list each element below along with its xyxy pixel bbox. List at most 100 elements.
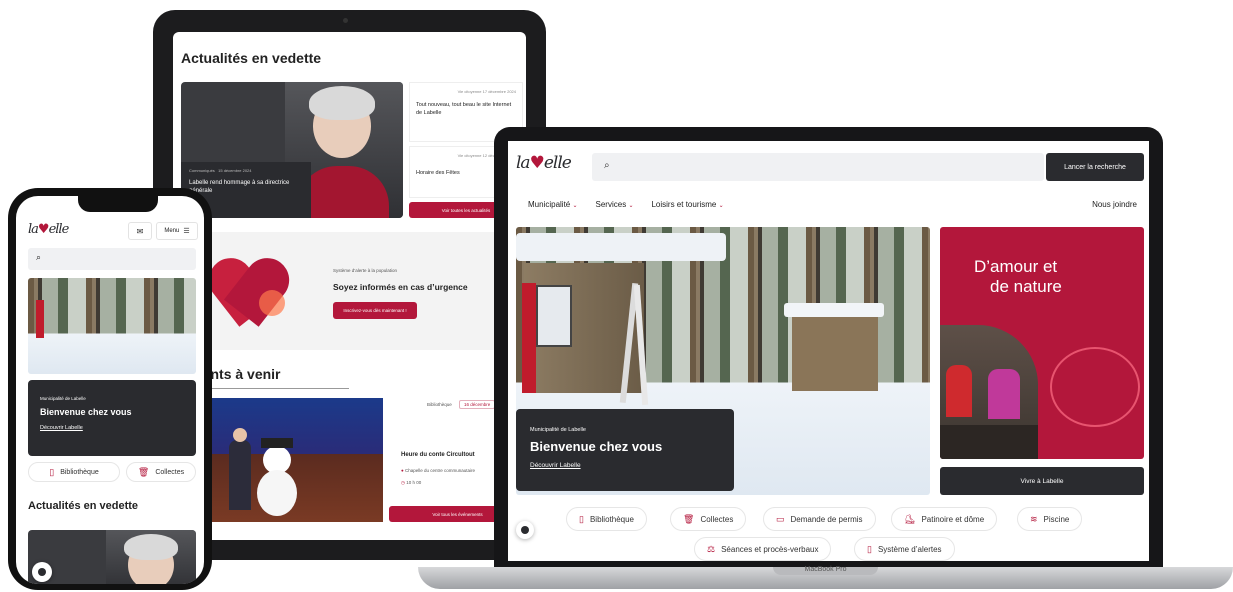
- promo-card[interactable]: D’amour et de nature: [940, 227, 1144, 459]
- alert-eyebrow: Système d’alerte à la population: [333, 268, 398, 273]
- event-filters: Bibliothèque 16 décembre: [427, 400, 496, 409]
- mail-icon: ✉: [136, 226, 144, 236]
- phone-quick-link-bibliotheque[interactable]: ▯ Bibliothèque: [28, 462, 120, 482]
- book-icon: ▯: [49, 466, 55, 477]
- event-place-text: Chapelle du centre communautaire: [404, 468, 476, 473]
- alert-heart-graphic: [199, 242, 299, 342]
- quick-link-label: Bibliothèque: [60, 468, 99, 476]
- phone-screen: la♥elle ✉ Menu ☰ ⌕ Municipalité de Label…: [16, 196, 204, 584]
- news-category: Vie citoyenne: [457, 153, 482, 158]
- phone-news-title: Actualités en vedette: [28, 500, 139, 512]
- phone-mail-button[interactable]: ✉: [128, 222, 152, 240]
- promo-swirl-graphic: [1050, 347, 1140, 427]
- phone-portrait-photo: [106, 530, 196, 584]
- event-place: ● Chapelle du centre communautaire: [401, 468, 475, 473]
- nav-item-services[interactable]: Services ⌄: [596, 200, 634, 209]
- event-title[interactable]: Heure du conte Circultout: [401, 452, 475, 458]
- quick-link-label: Patinoire et dôme: [921, 514, 985, 524]
- clock-icon: ◷: [401, 480, 405, 485]
- chat-icon: [38, 568, 46, 576]
- event-time-text: 10 h 00: [406, 480, 422, 485]
- phone-menu-button[interactable]: Menu ☰: [156, 222, 198, 240]
- phone-chat-widget-button[interactable]: [32, 562, 52, 582]
- quick-link-patinoire[interactable]: ⛸ Patinoire et dôme: [891, 507, 998, 531]
- quick-link-piscine[interactable]: ≋ Piscine: [1017, 507, 1083, 531]
- chat-widget-button[interactable]: [516, 521, 534, 539]
- menu-label: Menu: [164, 228, 180, 234]
- search-icon: ⌕: [604, 160, 610, 171]
- trash-icon: 🗑: [137, 466, 150, 477]
- hero-card: Municipalité de Labelle Bienvenue chez v…: [516, 409, 734, 491]
- alert-title: Soyez informés en cas d’urgence: [333, 282, 468, 292]
- tablet-screen: Actualités en vedette Communiqués 15 déc…: [173, 32, 526, 540]
- phone-hero-title: Bienvenue chez vous: [40, 407, 132, 417]
- event-filter-date[interactable]: 16 décembre: [459, 400, 496, 409]
- tablet-feature-card[interactable]: Communiqués 15 décembre 2024 Labelle ren…: [181, 82, 403, 218]
- quick-link-seances[interactable]: ⚖ Séances et procès-verbaux: [694, 537, 832, 561]
- promo-button[interactable]: Vivre à Labelle: [940, 467, 1144, 495]
- alert-banner: Système d’alerte à la population Soyez i…: [173, 232, 526, 350]
- nav-item-municipalite[interactable]: Municipalité ⌄: [528, 200, 578, 209]
- quick-link-label: Séances et procès-verbaux: [721, 544, 819, 554]
- quick-link-label: Demande de permis: [790, 514, 863, 524]
- search-submit-button[interactable]: Lancer la recherche: [1046, 153, 1144, 181]
- phone-search-bar[interactable]: ⌕: [28, 248, 196, 270]
- quick-link-alertes[interactable]: ▯ Système d’alertes: [854, 537, 955, 561]
- promo-title-line2: de nature: [990, 277, 1062, 297]
- phone-news-card[interactable]: [28, 530, 196, 584]
- nav-label: Municipalité: [528, 200, 571, 209]
- nav-contact-link[interactable]: Nous joindre: [1092, 200, 1137, 209]
- chevron-down-icon: ⌄: [718, 203, 724, 209]
- phone-hero-photo: [28, 278, 196, 374]
- hero-discover-link[interactable]: Découvrir Labelle: [530, 462, 720, 469]
- skate-icon: ⛸: [904, 513, 916, 524]
- laptop-screen: la♥elle ⌕ Lancer la recherche Municipali…: [508, 141, 1149, 561]
- quick-link-label: Piscine: [1043, 514, 1070, 524]
- nav-label: Loisirs et tourisme: [651, 200, 717, 209]
- quick-link-bibliotheque[interactable]: ▯ Bibliothèque: [566, 507, 647, 531]
- quick-link-collectes[interactable]: 🗑 Collectes: [670, 507, 747, 531]
- laptop-base: MacBook Pro: [418, 566, 1233, 589]
- book-icon: ▯: [579, 513, 584, 524]
- quick-link-label: Système d’alertes: [877, 544, 942, 554]
- alert-signup-button[interactable]: Inscrivez-vous dès maintenant !: [333, 302, 417, 319]
- phone-logo[interactable]: la♥elle: [28, 222, 69, 237]
- event-filter-category[interactable]: Bibliothèque: [427, 402, 452, 407]
- laptop-model-label: MacBook Pro: [804, 566, 847, 573]
- phone-quick-link-collectes[interactable]: 🗑 Collectes: [126, 462, 196, 482]
- quick-link-permis[interactable]: ▭ Demande de permis: [763, 507, 876, 531]
- event-time: ◷ 10 h 00: [401, 480, 421, 486]
- quick-link-label: Collectes: [700, 514, 734, 524]
- nav-label: Services: [595, 200, 627, 209]
- hero-eyebrow: Municipalité de Labelle: [530, 427, 586, 433]
- gavel-icon: ⚖: [707, 543, 716, 554]
- quick-link-label: Collectes: [155, 468, 185, 476]
- pin-icon: ●: [401, 468, 404, 473]
- laptop-logo[interactable]: la♥elle: [516, 153, 572, 173]
- chevron-down-icon: ⌄: [572, 203, 578, 209]
- laptop-main-nav: Municipalité ⌄ Services ⌄ Loisirs et tou…: [528, 200, 724, 209]
- feature-title[interactable]: Labelle rend hommage à sa directrice gén…: [189, 179, 303, 196]
- laptop-device: la♥elle ⌕ Lancer la recherche Municipali…: [494, 127, 1163, 567]
- hero-title: Bienvenue chez vous: [530, 439, 663, 454]
- phone-device: la♥elle ✉ Menu ☰ ⌕ Municipalité de Label…: [8, 188, 212, 590]
- phone-hero-link[interactable]: Découvrir Labelle: [40, 425, 184, 431]
- chevron-down-icon: ⌄: [628, 203, 634, 209]
- tablet-camera: [343, 18, 348, 23]
- news-title: Tout nouveau, tout beau le site Internet…: [416, 102, 512, 116]
- document-icon: ▭: [776, 513, 785, 524]
- alert-icon: ▯: [867, 543, 872, 554]
- pool-icon: ≋: [1030, 513, 1038, 524]
- phone-notch: [78, 196, 158, 212]
- phone-hero-card: Municipalité de Labelle Bienvenue chez v…: [28, 380, 196, 456]
- laptop-search-bar[interactable]: ⌕: [592, 153, 1044, 181]
- phone-hero-eyebrow: Municipalité de Labelle: [40, 396, 86, 401]
- tablet-news-title: Actualités en vedette: [181, 50, 322, 66]
- trash-icon: 🗑: [683, 513, 695, 524]
- nav-item-loisirs[interactable]: Loisirs et tourisme ⌄: [651, 200, 723, 209]
- promo-photo: [940, 325, 1038, 459]
- feature-category: Communiqués: [189, 168, 215, 173]
- promo-title-line1: D’amour et: [974, 257, 1058, 276]
- promo-title: D’amour et de nature: [974, 257, 1062, 298]
- feature-date: 15 décembre 2024: [218, 168, 252, 173]
